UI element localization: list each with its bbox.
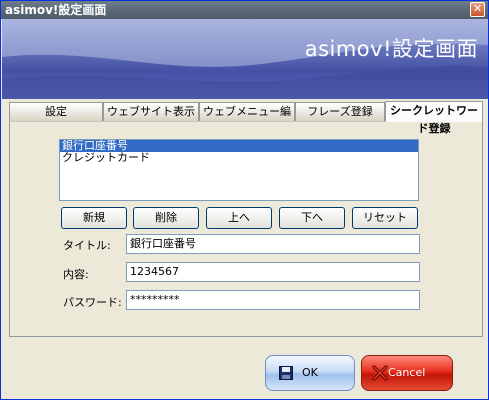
title-label: タイトル: <box>63 239 111 252</box>
tab-settings[interactable]: 設定 <box>9 102 103 121</box>
password-field[interactable]: ********* <box>126 290 420 310</box>
ok-button[interactable]: OK <box>265 355 355 391</box>
list-item[interactable]: クレジットカード <box>60 152 418 164</box>
content-field[interactable]: 1234567 <box>126 262 420 282</box>
settings-window: asimov!設定画面 ✕ asimov!設定画面 設定 ウェブサイト表示順 ウ… <box>0 0 489 400</box>
delete-button[interactable]: 削除 <box>133 207 199 229</box>
secret-word-list[interactable]: 銀行口座番号 クレジットカード <box>59 139 419 201</box>
move-up-button[interactable]: 上へ <box>206 207 272 229</box>
tab-strip: 設定 ウェブサイト表示順 ウェブメニュー編集 フレーズ登録 シークレットワード登… <box>9 101 483 136</box>
header-banner: asimov!設定画面 <box>2 19 488 99</box>
title-field[interactable]: 銀行口座番号 <box>126 234 420 254</box>
ok-label: OK <box>302 366 318 379</box>
close-button[interactable]: ✕ <box>470 2 485 17</box>
tab-secret-word-register[interactable]: シークレットワード登録 <box>385 101 483 135</box>
title-bar[interactable]: asimov!設定画面 ✕ <box>1 1 488 19</box>
window-title: asimov!設定画面 <box>5 3 107 17</box>
password-label: パスワード: <box>63 296 122 309</box>
cancel-label: Cancel <box>388 366 426 379</box>
cancel-button[interactable]: Cancel <box>361 355 453 391</box>
reset-button[interactable]: リセット <box>352 207 418 229</box>
cancel-x-icon <box>372 365 388 381</box>
new-button[interactable]: 新規 <box>61 207 127 229</box>
banner-title: asimov!設定画面 <box>304 37 478 61</box>
content-label: 内容: <box>63 268 89 281</box>
tab-phrase-register[interactable]: フレーズ登録 <box>295 102 385 121</box>
tab-web-menu-edit[interactable]: ウェブメニュー編集 <box>199 102 295 136</box>
move-down-button[interactable]: 下へ <box>279 207 345 229</box>
tab-website-order[interactable]: ウェブサイト表示順 <box>103 102 199 136</box>
save-icon <box>279 366 293 380</box>
close-icon: ✕ <box>472 2 483 15</box>
